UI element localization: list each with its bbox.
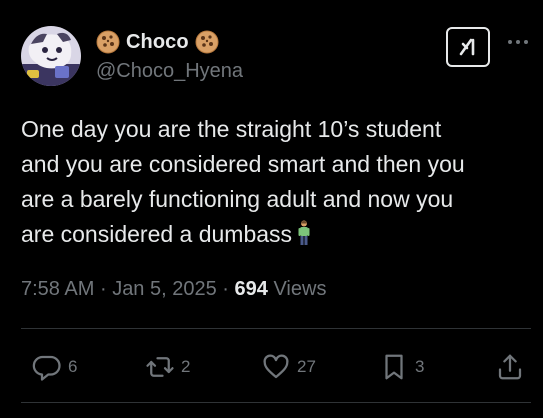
author-handle[interactable]: @Choco_Hyena <box>96 60 243 83</box>
tweet-meta: 7:58 AM · Jan 5, 2025 · 694 Views <box>21 278 326 301</box>
cookie-icon <box>195 30 219 54</box>
tweet-card: Choco @Choco_Hyena One day you are the s… <box>0 0 543 418</box>
grok-button[interactable] <box>446 27 490 67</box>
bookmark-icon <box>385 354 403 380</box>
meta-separator: · <box>222 278 229 300</box>
meta-separator: · <box>99 278 107 300</box>
views-label[interactable]: Views <box>273 278 326 300</box>
like-count: 27 <box>297 357 316 376</box>
tweet-text: One day you are the straight 10’s studen… <box>21 112 531 256</box>
avatar[interactable] <box>21 26 81 86</box>
heart-icon <box>263 354 289 379</box>
tweet-text-line-last: are considered a dumbass <box>21 217 531 256</box>
tweet-text-line: and you are considered smart and then yo… <box>21 151 465 177</box>
repost-count: 2 <box>181 357 191 376</box>
more-options-button[interactable] <box>506 30 530 54</box>
person-standing-emoji <box>296 220 312 256</box>
cookie-icon <box>96 30 120 54</box>
bookmark-button[interactable]: 3 <box>379 352 424 382</box>
reply-button[interactable]: 6 <box>32 352 77 382</box>
more-dots-icon <box>508 40 528 44</box>
repost-icon <box>146 357 174 377</box>
bookmark-count: 3 <box>415 357 425 376</box>
divider <box>21 328 531 329</box>
grok-icon <box>459 38 475 56</box>
tweet-text-line: One day you are the straight 10’s studen… <box>21 116 442 142</box>
like-button[interactable]: 27 <box>261 352 316 382</box>
reply-count: 6 <box>68 357 78 376</box>
display-name[interactable]: Choco <box>126 31 189 54</box>
share-button[interactable] <box>495 352 525 382</box>
divider <box>21 402 531 403</box>
tweet-text-line: are a barely functioning adult and now y… <box>21 186 454 212</box>
tweet-date[interactable]: Jan 5, 2025 <box>112 278 217 300</box>
reply-icon <box>32 355 61 381</box>
tweet-text-line: are considered a dumbass <box>21 221 293 247</box>
share-icon <box>498 354 522 380</box>
tweet-actions-bar: 6 2 27 3 <box>21 352 531 382</box>
author-name-row[interactable]: Choco <box>96 30 219 54</box>
repost-button[interactable]: 2 <box>145 352 190 382</box>
views-count[interactable]: 694 <box>235 278 268 300</box>
tweet-time[interactable]: 7:58 AM <box>21 278 94 300</box>
